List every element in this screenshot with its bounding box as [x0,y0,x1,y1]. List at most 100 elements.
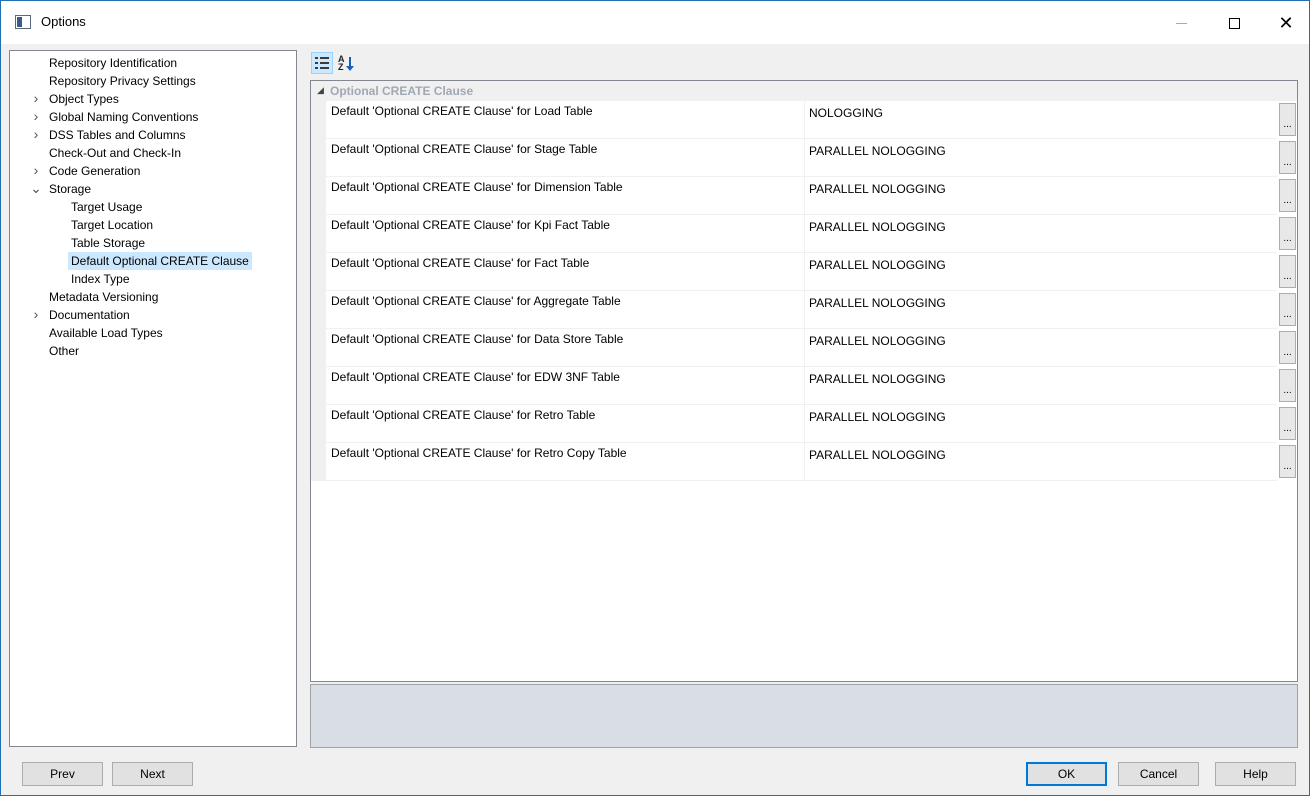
ellipsis-button[interactable]: ... [1279,331,1296,364]
tree-item[interactable]: Check-Out and Check-In [10,144,296,162]
ellipsis-button[interactable]: ... [1279,103,1296,136]
property-value[interactable]: PARALLEL NOLOGGING [805,329,1277,367]
chevron-right-icon[interactable]: › [30,90,42,106]
tree-item[interactable]: Table Storage [10,234,296,252]
chevron-right-icon[interactable]: › [30,108,42,124]
ellipsis-button[interactable]: ... [1279,369,1296,402]
tree-item[interactable]: Metadata Versioning [10,288,296,306]
tree-item-label: Target Location [71,218,154,232]
options-tree[interactable]: Repository Identification Repository Priv… [9,50,297,747]
window-app-icon [15,15,31,29]
property-value[interactable]: NOLOGGING [805,101,1277,139]
tree-item-label: Table Storage [71,236,146,250]
category-label: Optional CREATE Clause [330,84,474,98]
property-value[interactable]: PARALLEL NOLOGGING [805,177,1277,215]
categorized-button[interactable] [311,52,333,74]
help-button[interactable]: Help [1215,762,1296,786]
ellipsis-button[interactable]: ... [1279,141,1296,174]
maximize-icon [1228,17,1240,29]
property-name[interactable]: Default 'Optional CREATE Clause' for EDW… [326,367,805,405]
tree-item-label: Documentation [49,308,130,322]
property-row[interactable]: Default 'Optional CREATE Clause' for Agg… [311,291,1297,329]
tree-item-label: Default Optional CREATE Clause [68,252,252,270]
chevron-right-icon[interactable]: › [30,126,42,142]
property-row[interactable]: Default 'Optional CREATE Clause' for Sta… [311,139,1297,177]
alphabetical-button[interactable]: A Z [335,52,357,74]
property-name[interactable]: Default 'Optional CREATE Clause' for Ret… [326,443,805,481]
row-gutter [311,177,326,215]
tree-item-label: Storage [49,182,92,196]
tree-item-label: DSS Tables and Columns [49,128,186,142]
row-gutter [311,101,326,139]
property-value[interactable]: PARALLEL NOLOGGING [805,367,1277,405]
next-button[interactable]: Next [112,762,193,786]
row-gutter [311,443,326,481]
property-name[interactable]: Default 'Optional CREATE Clause' for Dat… [326,329,805,367]
ellipsis-button[interactable]: ... [1279,445,1296,478]
maximize-button[interactable] [1211,1,1257,45]
category-header[interactable]: ◢ Optional CREATE Clause [311,81,1297,101]
row-gutter [311,329,326,367]
cancel-button[interactable]: Cancel [1118,762,1199,786]
ellipsis-button[interactable]: ... [1279,255,1296,288]
tree-item[interactable]: Repository Identification [10,54,296,72]
row-gutter [311,367,326,405]
row-gutter [311,291,326,329]
description-panel [310,684,1298,748]
ellipsis-button[interactable]: ... [1279,407,1296,440]
property-name[interactable]: Default 'Optional CREATE Clause' for Ret… [326,405,805,443]
property-value[interactable]: PARALLEL NOLOGGING [805,443,1277,481]
property-name[interactable]: Default 'Optional CREATE Clause' for Dim… [326,177,805,215]
title-bar: Options ✕ [0,0,1310,44]
property-row[interactable]: Default 'Optional CREATE Clause' for Fac… [311,253,1297,291]
chevron-down-icon[interactable]: ⌄ [30,180,42,196]
tree-item-label: Repository Privacy Settings [49,74,196,88]
property-name[interactable]: Default 'Optional CREATE Clause' for Sta… [326,139,805,177]
property-row[interactable]: Default 'Optional CREATE Clause' for EDW… [311,367,1297,405]
minimize-icon [1175,22,1187,24]
tree-item[interactable]: Default Optional CREATE Clause [10,252,296,270]
property-name[interactable]: Default 'Optional CREATE Clause' for Loa… [326,101,805,139]
tree-item[interactable]: Target Usage [10,198,296,216]
tree-item-label: Index Type [71,272,130,286]
ellipsis-button[interactable]: ... [1279,179,1296,212]
tree-item[interactable]: Target Location [10,216,296,234]
property-grid[interactable]: ◢ Optional CREATE Clause Default 'Option… [310,80,1298,682]
property-name[interactable]: Default 'Optional CREATE Clause' for Agg… [326,291,805,329]
close-button[interactable]: ✕ [1263,1,1309,45]
tree-item[interactable]: ⌄ Storage [10,180,296,198]
property-row[interactable]: Default 'Optional CREATE Clause' for Kpi… [311,215,1297,253]
tree-item[interactable]: Other [10,342,296,360]
tree-item[interactable]: › DSS Tables and Columns [10,126,296,144]
property-value[interactable]: PARALLEL NOLOGGING [805,215,1277,253]
property-row[interactable]: Default 'Optional CREATE Clause' for Dat… [311,329,1297,367]
row-gutter [311,215,326,253]
tree-item[interactable]: › Object Types [10,90,296,108]
property-row[interactable]: Default 'Optional CREATE Clause' for Dim… [311,177,1297,215]
ellipsis-button[interactable]: ... [1279,217,1296,250]
minimize-button[interactable] [1158,1,1204,45]
chevron-right-icon[interactable]: › [30,162,42,178]
tree-item[interactable]: Index Type [10,270,296,288]
tree-item[interactable]: › Global Naming Conventions [10,108,296,126]
tree-item[interactable]: › Code Generation [10,162,296,180]
row-gutter [311,139,326,177]
tree-item[interactable]: Available Load Types [10,324,296,342]
chevron-right-icon[interactable]: › [30,306,42,322]
property-name[interactable]: Default 'Optional CREATE Clause' for Fac… [326,253,805,291]
tree-item[interactable]: Repository Privacy Settings [10,72,296,90]
property-rows: Default 'Optional CREATE Clause' for Loa… [311,101,1297,481]
collapse-triangle-icon[interactable]: ◢ [317,85,324,96]
ok-button[interactable]: OK [1026,762,1107,786]
prev-button[interactable]: Prev [22,762,103,786]
property-value[interactable]: PARALLEL NOLOGGING [805,291,1277,329]
property-row[interactable]: Default 'Optional CREATE Clause' for Loa… [311,101,1297,139]
ellipsis-button[interactable]: ... [1279,293,1296,326]
tree-item[interactable]: › Documentation [10,306,296,324]
property-value[interactable]: PARALLEL NOLOGGING [805,139,1277,177]
property-value[interactable]: PARALLEL NOLOGGING [805,405,1277,443]
property-value[interactable]: PARALLEL NOLOGGING [805,253,1277,291]
property-row[interactable]: Default 'Optional CREATE Clause' for Ret… [311,443,1297,481]
property-row[interactable]: Default 'Optional CREATE Clause' for Ret… [311,405,1297,443]
property-name[interactable]: Default 'Optional CREATE Clause' for Kpi… [326,215,805,253]
